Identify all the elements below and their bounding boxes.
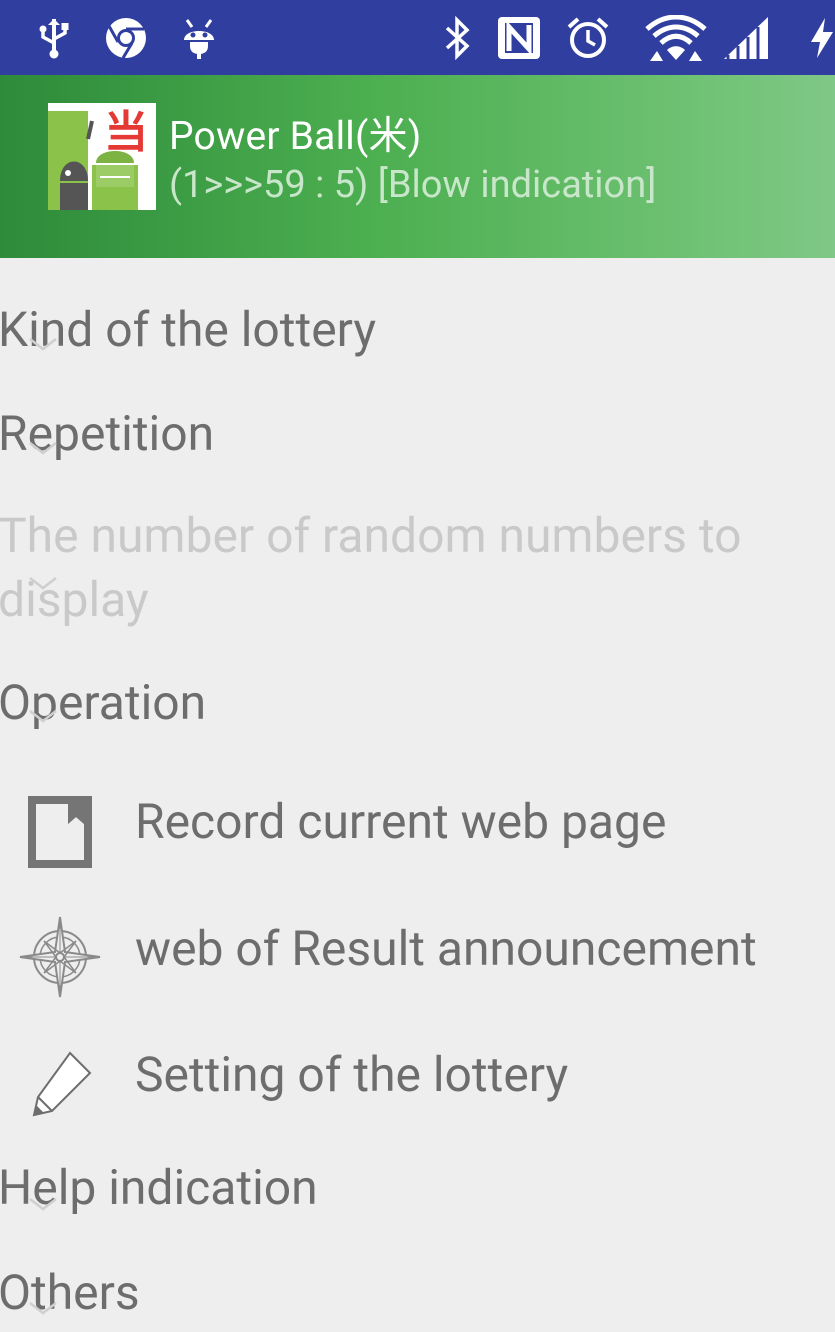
- nfc-icon: [494, 0, 544, 75]
- android-debug-icon: [179, 0, 219, 75]
- chrome-icon: [103, 0, 149, 75]
- chevron-down-icon: [29, 442, 57, 455]
- operation-item-label: Record current web page: [135, 793, 667, 850]
- compass-icon: [18, 907, 102, 1007]
- chevron-down-icon: [29, 1198, 57, 1211]
- category-random-number-count: The number of random numbers to display: [0, 507, 742, 628]
- pencil-icon: [18, 1033, 102, 1133]
- app-header: 当 Power Ball(米) (1>>>59 : 5) [Blow indic…: [0, 75, 835, 258]
- operation-item-label: Setting of the lottery: [135, 1046, 569, 1103]
- app-title: Power Ball(米): [169, 113, 422, 159]
- chevron-down-icon: [29, 710, 57, 723]
- operation-item-lottery-setting[interactable]: Setting of the lottery: [0, 1033, 835, 1133]
- wifi-icon: [644, 0, 708, 75]
- category-others[interactable]: Others: [0, 1269, 140, 1317]
- operation-item-record-web-page[interactable]: Record current web page: [0, 780, 835, 880]
- charging-icon: [806, 0, 835, 75]
- app-logo-badge: 当: [104, 107, 148, 158]
- signal-icon: [720, 0, 772, 75]
- app-logo: 当: [48, 103, 156, 210]
- alarm-icon: [565, 0, 611, 75]
- bluetooth-icon: [438, 0, 476, 75]
- chevron-down-icon: [29, 338, 57, 351]
- app-subtitle: (1>>>59 : 5) [Blow indication]: [169, 163, 657, 207]
- operation-item-result-web[interactable]: web of Result announcement: [0, 907, 835, 1007]
- chevron-down-icon: [29, 577, 57, 590]
- chevron-down-icon: [29, 1302, 57, 1315]
- operation-item-label: web of Result announcement: [135, 920, 757, 977]
- usb-icon: [34, 0, 74, 75]
- status-bar: [0, 0, 835, 75]
- bookmark-icon: [18, 780, 102, 880]
